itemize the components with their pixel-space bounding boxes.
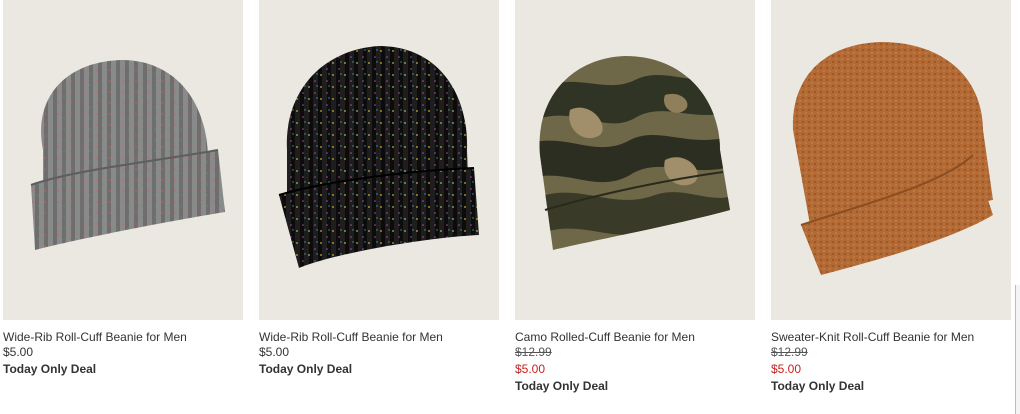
deal-badge: Today Only Deal xyxy=(515,379,609,393)
deal-badge: Today Only Deal xyxy=(3,362,97,376)
product-card[interactable]: Camo Rolled-Cuff Beanie for Men $12.99 $… xyxy=(515,0,755,395)
product-name[interactable]: Wide-Rib Roll-Cuff Beanie for Men xyxy=(259,330,499,344)
product-grid: Wide-Rib Roll-Cuff Beanie for Men $5.00 … xyxy=(0,0,1020,414)
deal-badge: Today Only Deal xyxy=(771,379,865,393)
product-name[interactable]: Sweater-Knit Roll-Cuff Beanie for Men xyxy=(771,330,1011,344)
product-card[interactable]: Wide-Rib Roll-Cuff Beanie for Men $5.00 … xyxy=(259,0,499,378)
product-price: $5.00 xyxy=(771,362,802,376)
product-image[interactable] xyxy=(771,0,1011,320)
product-price: $5.00 xyxy=(3,345,34,359)
original-price: $12.99 xyxy=(515,345,552,359)
product-price: $5.00 xyxy=(259,345,290,359)
product-name[interactable]: Camo Rolled-Cuff Beanie for Men xyxy=(515,330,755,344)
product-name[interactable]: Wide-Rib Roll-Cuff Beanie for Men xyxy=(3,330,243,344)
product-image[interactable] xyxy=(259,0,499,320)
original-price: $12.99 xyxy=(771,345,808,359)
product-card[interactable]: Wide-Rib Roll-Cuff Beanie for Men $5.00 … xyxy=(3,0,243,378)
product-image[interactable] xyxy=(515,0,755,320)
product-card[interactable]: Sweater-Knit Roll-Cuff Beanie for Men $1… xyxy=(771,0,1011,395)
product-price: $5.00 xyxy=(515,362,546,376)
product-image[interactable] xyxy=(3,0,243,320)
page-scrollbar[interactable] xyxy=(1015,285,1020,414)
deal-badge: Today Only Deal xyxy=(259,362,353,376)
